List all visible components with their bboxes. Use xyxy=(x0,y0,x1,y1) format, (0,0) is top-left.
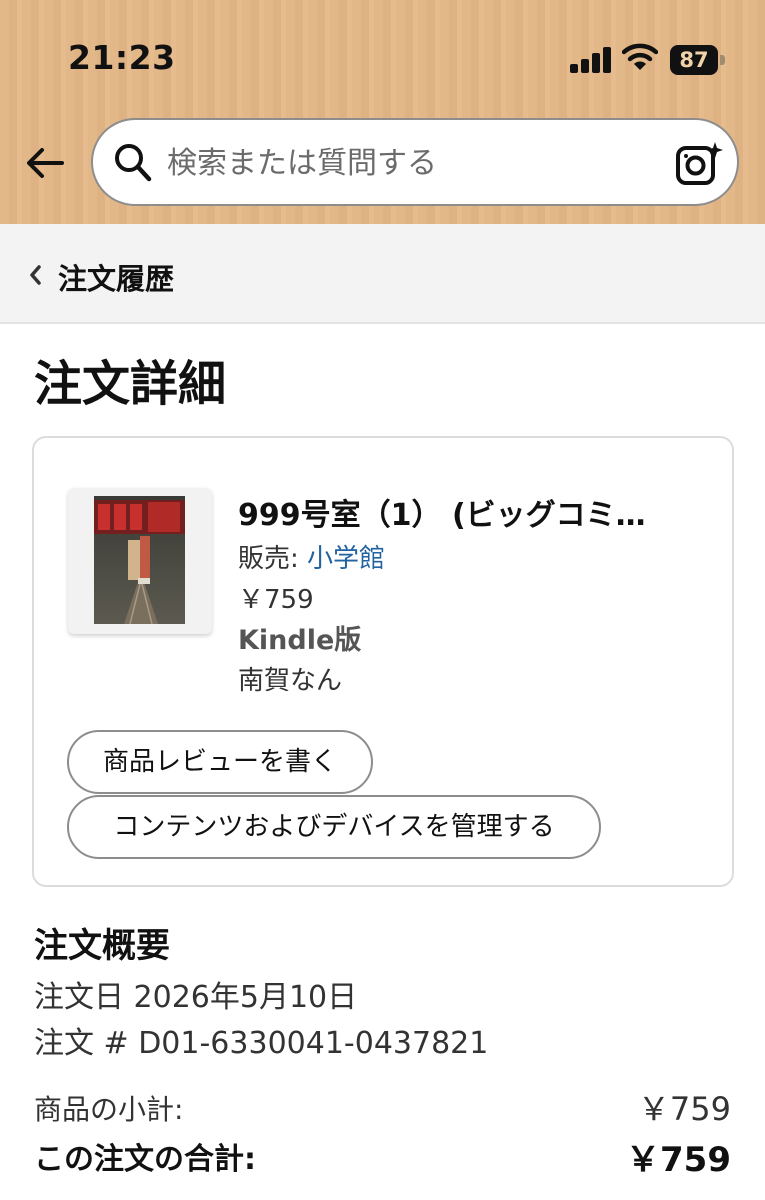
item-format: Kindle版 xyxy=(238,625,362,656)
signal-icon xyxy=(570,47,612,73)
search-icon[interactable] xyxy=(113,142,153,184)
book-cover[interactable] xyxy=(94,496,185,624)
battery-icon: 87 xyxy=(670,45,718,75)
search-bar[interactable] xyxy=(91,118,739,206)
status-time: 21:23 xyxy=(68,38,176,77)
subtotal-value: ￥759 xyxy=(637,1090,731,1128)
total-label: この注文の合計: xyxy=(34,1142,256,1177)
battery-cap xyxy=(720,55,725,65)
item-price: ￥759 xyxy=(238,585,314,615)
manage-content-button[interactable]: コンテンツおよびデバイスを管理する xyxy=(67,795,601,859)
order-number: 注文 # D01-6330041-0437821 xyxy=(34,1026,489,1061)
seller-prefix: 販売: xyxy=(238,544,308,574)
order-date: 注文日 2026年5月10日 xyxy=(34,980,358,1015)
page-title: 注文詳細 xyxy=(34,356,227,412)
total-value: ￥759 xyxy=(626,1140,731,1180)
item-author: 南賀なん xyxy=(238,666,343,696)
wifi-icon xyxy=(622,43,658,70)
camera-icon[interactable] xyxy=(675,140,723,186)
seller-link[interactable]: 小学館 xyxy=(307,544,385,574)
subtotal-label: 商品の小計: xyxy=(34,1093,184,1126)
order-summary-heading: 注文概要 xyxy=(34,926,170,966)
write-review-button[interactable]: 商品レビューを書く xyxy=(67,730,373,794)
seller-line: 販売: 小学館 xyxy=(238,538,385,575)
item-title[interactable]: 999号室（1） (ビッグコミ… xyxy=(238,490,688,534)
breadcrumb-link-order-history[interactable]: 注文履歴 xyxy=(58,256,174,298)
back-arrow-icon[interactable] xyxy=(22,140,68,186)
chevron-left-icon[interactable] xyxy=(28,264,42,286)
search-input[interactable] xyxy=(167,144,657,182)
